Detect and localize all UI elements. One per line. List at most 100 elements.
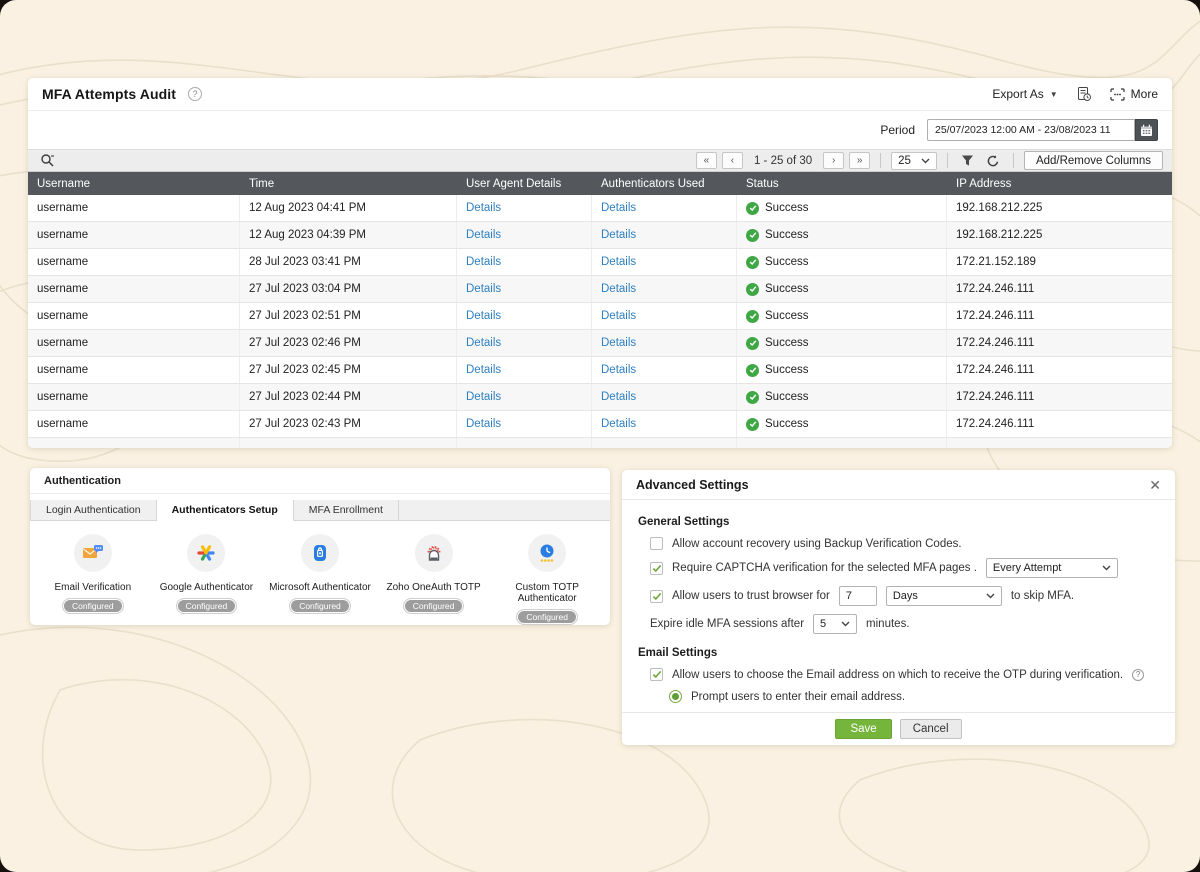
expire-minutes-value: 5	[820, 618, 826, 630]
period-row: Period	[28, 111, 1172, 149]
email-choose-checkbox[interactable]	[650, 668, 663, 681]
close-icon[interactable]: ✕	[1149, 478, 1161, 492]
more-button[interactable]: More	[1110, 87, 1158, 101]
authenticator-card-microsoft[interactable]: Microsoft Authenticator Configured	[263, 534, 377, 625]
window-more-icon	[1110, 88, 1125, 101]
column-header-authenticators[interactable]: Authenticators Used	[592, 178, 737, 190]
audit-header: MFA Attempts Audit ? Export As ▼ More	[28, 78, 1172, 111]
export-as-button[interactable]: Export As ▼	[992, 87, 1057, 101]
first-page-button[interactable]: «	[696, 152, 717, 169]
authenticators-details-link[interactable]: Details	[601, 256, 636, 268]
chevron-down-icon: ▼	[1050, 90, 1058, 99]
user-agent-details-link[interactable]: Details	[466, 202, 501, 214]
username-cell: username	[28, 330, 240, 356]
user-agent-details-link[interactable]: Details	[466, 256, 501, 268]
authenticators-details-link[interactable]: Details	[601, 391, 636, 403]
option-expire-sessions: Expire idle MFA sessions after 5 minutes…	[638, 614, 1159, 634]
backup-codes-checkbox[interactable]	[650, 537, 663, 550]
add-remove-columns-button[interactable]: Add/Remove Columns	[1024, 151, 1163, 170]
export-as-label: Export As	[992, 87, 1043, 101]
refresh-icon[interactable]	[983, 152, 1003, 170]
username-cell: username	[28, 276, 240, 302]
authenticators-details-link[interactable]: Details	[601, 283, 636, 295]
help-icon[interactable]: ?	[188, 87, 202, 101]
column-header-user-agent[interactable]: User Agent Details	[457, 178, 592, 190]
column-header-ip[interactable]: IP Address	[947, 178, 1172, 190]
page-background: MFA Attempts Audit ? Export As ▼ More Pe…	[0, 0, 1200, 872]
time-cell: 27 Jul 2023 03:04 PM	[240, 276, 457, 302]
authenticators-details-link[interactable]: Details	[601, 229, 636, 241]
time-cell: 28 Jul 2023 03:41 PM	[240, 249, 457, 275]
authenticators-details-link[interactable]: Details	[601, 337, 636, 349]
previous-page-button[interactable]: ‹	[722, 152, 743, 169]
ip-cell: 172.24.246.111	[947, 411, 1172, 437]
authenticator-label: Zoho OneAuth TOTP	[377, 582, 491, 593]
ip-cell: 172.24.246.111	[947, 276, 1172, 302]
page-size-select[interactable]: 25	[891, 152, 937, 170]
user-agent-details-link[interactable]: Details	[466, 364, 501, 376]
success-check-icon	[746, 364, 759, 377]
user-agent-details-link[interactable]: Details	[466, 310, 501, 322]
column-header-username[interactable]: Username	[28, 178, 240, 190]
username-cell: username	[28, 384, 240, 410]
authenticator-card-email[interactable]: Email Verification Configured	[36, 534, 150, 625]
user-agent-details-link[interactable]: Details	[466, 418, 501, 430]
trust-unit-value: Days	[893, 590, 918, 602]
status-cell: Success	[737, 411, 947, 437]
username-cell: username	[28, 357, 240, 383]
trust-browser-checkbox[interactable]	[650, 590, 663, 603]
advanced-settings-body: General Settings Allow account recovery …	[622, 500, 1175, 725]
column-header-status[interactable]: Status	[737, 178, 947, 190]
user-agent-details-link[interactable]: Details	[466, 283, 501, 295]
tab-authenticators-setup[interactable]: Authenticators Setup	[157, 500, 294, 521]
authenticators-details-link[interactable]: Details	[601, 310, 636, 322]
authenticator-label: Google Authenticator	[150, 582, 264, 593]
advanced-settings-footer: Save Cancel	[622, 712, 1175, 745]
expire-minutes-select[interactable]: 5	[813, 614, 857, 634]
authenticators-details-link[interactable]: Details	[601, 202, 636, 214]
tab-mfa-enrollment[interactable]: MFA Enrollment	[294, 500, 399, 520]
captcha-checkbox[interactable]	[650, 562, 663, 575]
user-agent-details-link[interactable]: Details	[466, 337, 501, 349]
authenticator-card-custom-totp[interactable]: Custom TOTP Authenticator Configured	[490, 534, 604, 625]
username-cell: username	[28, 195, 240, 221]
status-text: Success	[765, 364, 808, 376]
success-check-icon	[746, 391, 759, 404]
email-verification-icon	[74, 534, 112, 572]
scheduled-report-icon[interactable]	[1074, 85, 1094, 103]
prompt-email-radio[interactable]	[669, 690, 682, 703]
authenticators-details-link[interactable]: Details	[601, 364, 636, 376]
authenticator-card-google[interactable]: Google Authenticator Configured	[150, 534, 264, 625]
calendar-icon[interactable]	[1135, 119, 1158, 141]
user-agent-details-link[interactable]: Details	[466, 391, 501, 403]
table-row: username 27 Jul 2023 03:04 PM Details De…	[28, 276, 1172, 303]
user-agent-details-link[interactable]: Details	[466, 229, 501, 241]
ip-cell: 172.21.152.189	[947, 249, 1172, 275]
authenticator-card-zoho-oneauth[interactable]: Zoho OneAuth TOTP Configured	[377, 534, 491, 625]
table-row: username 27 Jul 2023 02:51 PM Details De…	[28, 303, 1172, 330]
period-label: Period	[880, 123, 915, 137]
time-cell: 12 Aug 2023 04:41 PM	[240, 195, 457, 221]
status-text: Success	[765, 229, 808, 241]
filter-icon[interactable]	[958, 152, 978, 170]
cancel-button[interactable]: Cancel	[900, 719, 962, 739]
tab-login-authentication[interactable]: Login Authentication	[30, 500, 157, 520]
save-button[interactable]: Save	[835, 719, 891, 739]
table-row: username 27 Jul 2023 02:46 PM Details De…	[28, 330, 1172, 357]
search-icon[interactable]	[37, 152, 57, 170]
column-header-time[interactable]: Time	[240, 178, 457, 190]
email-settings-heading: Email Settings	[638, 647, 1159, 659]
trust-unit-select[interactable]: Days	[886, 586, 1002, 606]
chevron-down-icon	[841, 621, 850, 627]
trust-days-input[interactable]	[839, 586, 877, 606]
last-page-button[interactable]: »	[849, 152, 870, 169]
table-header-row: Username Time User Agent Details Authent…	[28, 172, 1172, 195]
microsoft-authenticator-icon	[301, 534, 339, 572]
next-page-button[interactable]: ›	[823, 152, 844, 169]
authenticators-details-link[interactable]: Details	[601, 418, 636, 430]
table-toolbar: « ‹ 1 - 25 of 30 › » 25 Add/Remove C	[28, 149, 1172, 172]
captcha-frequency-select[interactable]: Every Attempt	[986, 558, 1118, 578]
captcha-label: Require CAPTCHA verification for the sel…	[672, 562, 977, 574]
period-range-input[interactable]	[927, 119, 1135, 141]
help-icon[interactable]: ?	[1132, 669, 1144, 681]
